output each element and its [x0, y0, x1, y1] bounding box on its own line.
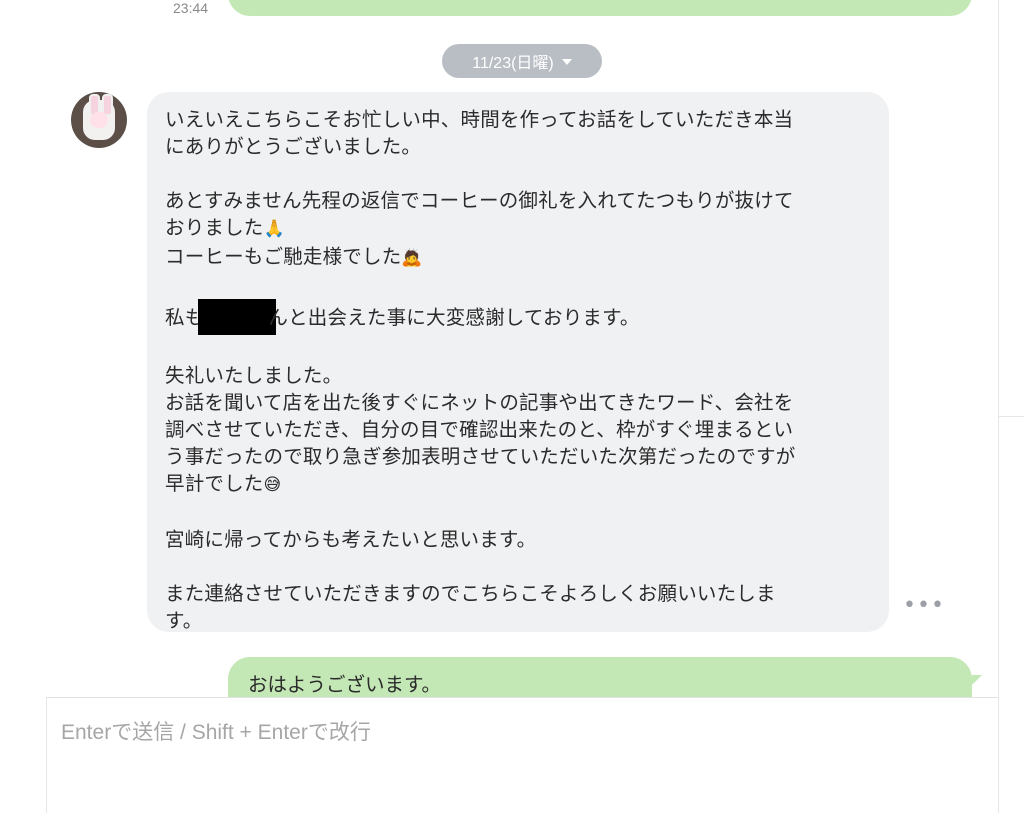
message-text-part: 宮崎に帰ってからも考えたいと思います。 また連絡させていただきますのでこちらこそ…	[165, 528, 776, 632]
message-text: いえいえこちらこそお忙しい中、時間を作ってお話をしていただき本当 にありがとうご…	[165, 106, 871, 634]
date-separator-dropdown[interactable]: 11/23(日曜)	[442, 44, 602, 78]
bow-emoji-icon: 🙇	[401, 248, 423, 268]
more-options-icon[interactable]: •••	[903, 595, 945, 617]
sweat-smile-emoji-icon: 😅	[263, 475, 282, 495]
message-input[interactable]	[59, 714, 983, 808]
message-text-part: コーヒーもご馳走様でした	[165, 245, 402, 268]
avatar[interactable]	[71, 92, 127, 148]
message-composer	[47, 697, 998, 813]
date-label: 11/23(日曜)	[472, 55, 554, 72]
message-text-part: いえいえこちらこそお忙しい中、時間を作ってお話をしていただき本当 にありがとうご…	[165, 108, 794, 239]
redaction-block	[198, 299, 277, 335]
sent-message-bubble[interactable]	[228, 0, 972, 16]
chat-area: 23:44 11/23(日曜) いえいえこちらこそお忙しい中、時間を作ってお話を…	[0, 0, 998, 697]
divider	[999, 416, 1024, 417]
divider	[998, 0, 999, 813]
avatar-image	[90, 112, 108, 128]
caret-down-icon	[561, 59, 572, 65]
pray-emoji-icon: 🙏	[263, 219, 285, 239]
bubble-tail	[972, 675, 982, 685]
sent-message-bubble[interactable]: おはようございます。	[228, 657, 982, 697]
received-message-bubble[interactable]: いえいえこちらこそお忙しい中、時間を作ってお話をしていただき本当 にありがとうご…	[147, 92, 889, 632]
message-timestamp: 23:44	[173, 0, 209, 16]
message-text: おはようございます。	[248, 673, 442, 696]
